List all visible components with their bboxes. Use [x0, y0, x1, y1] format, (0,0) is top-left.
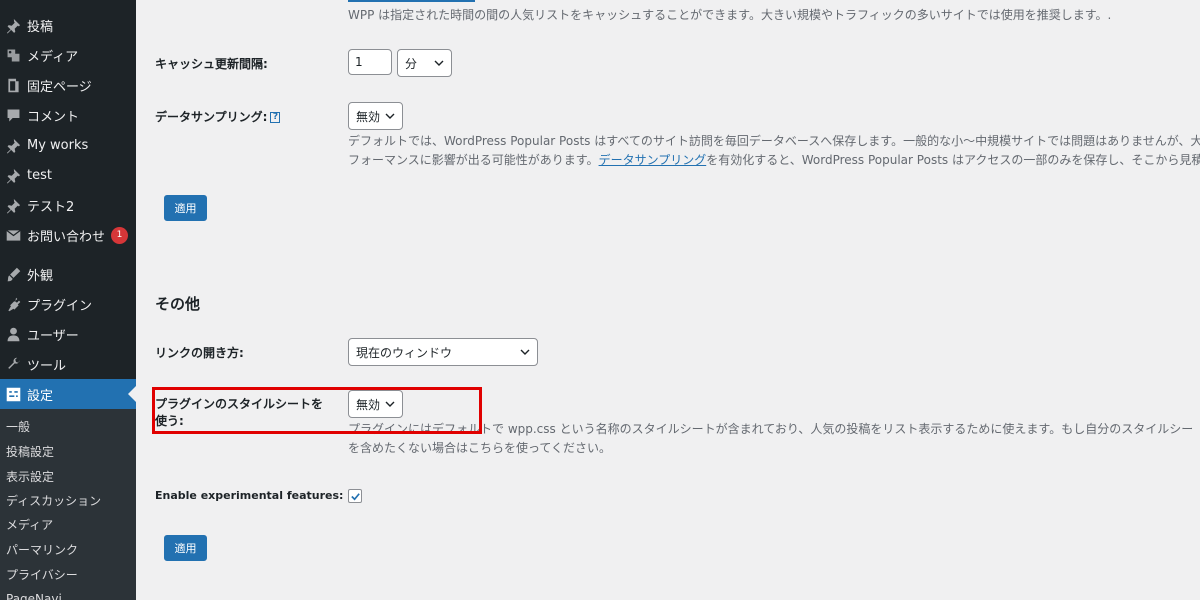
sidebar-item-label: 外観	[27, 268, 54, 284]
help-icon[interactable]: ?	[270, 112, 281, 123]
sidebar-item-tools[interactable]: ツール	[0, 349, 136, 379]
top-underline	[348, 0, 475, 2]
settings-content: WPP は指定された時間の間の人気リストをキャッシュすることができます。大きい規…	[136, 0, 1200, 600]
sidebar-item-label: ユーザー	[27, 328, 79, 344]
sampling-select[interactable]: 無効	[348, 102, 403, 130]
sidebar-item-users[interactable]: ユーザー	[0, 319, 136, 349]
admin-sidebar: 投稿 メディア 固定ページ コメント My works test テスト2 お問…	[0, 0, 136, 600]
apply-button[interactable]: 適用	[164, 195, 207, 221]
pin-icon	[4, 196, 22, 214]
sidebar-item-label: メディア	[27, 49, 79, 65]
checkmark-icon	[350, 492, 360, 500]
pin-icon	[4, 136, 22, 154]
stylesheet-description-line2: を含めたくない場合はこちらを使ってください。	[348, 441, 612, 455]
sidebar-item-label: お問い合わせ	[27, 229, 106, 245]
select-value: 現在のウィンドウ	[356, 345, 453, 360]
page-icon	[4, 76, 22, 94]
sidebar-item-test2[interactable]: テスト2	[0, 190, 136, 220]
experimental-checkbox[interactable]	[348, 489, 362, 503]
sidebar-item-label: My works	[27, 137, 89, 153]
sidebar-item-label: 投稿	[27, 19, 54, 35]
submenu-item-writing[interactable]: 投稿設定	[6, 442, 54, 462]
sampling-desc-post: を有効化すると、WordPress Popular Posts はアクセスの一部…	[706, 153, 1200, 167]
sampling-description-line1: デフォルトでは、WordPress Popular Posts はすべてのサイト…	[348, 134, 1200, 148]
submenu-item-privacy[interactable]: プライバシー	[6, 565, 78, 585]
cache-description: WPP は指定された時間の間の人気リストをキャッシュすることができます。大きい規…	[348, 8, 1112, 22]
cache-interval-input[interactable]: 1	[348, 49, 392, 75]
submenu-item-general[interactable]: 一般	[6, 417, 30, 437]
brush-icon	[4, 265, 22, 283]
link-open-select[interactable]: 現在のウィンドウ	[348, 338, 538, 366]
chevron-down-icon	[520, 349, 530, 355]
settings-icon	[4, 385, 22, 403]
sidebar-item-media[interactable]: メディア	[0, 40, 136, 70]
chevron-down-icon	[385, 113, 395, 119]
sidebar-item-label: テスト2	[27, 199, 75, 215]
sidebar-item-pages[interactable]: 固定ページ	[0, 70, 136, 100]
sidebar-item-label: 固定ページ	[27, 79, 92, 95]
sidebar-item-plugins[interactable]: プラグイン	[0, 289, 136, 319]
sidebar-item-settings[interactable]: 設定	[0, 379, 136, 409]
sidebar-item-appearance[interactable]: 外観	[0, 259, 136, 289]
sidebar-item-contact[interactable]: お問い合わせ 1	[0, 220, 136, 250]
chevron-down-icon	[434, 60, 444, 66]
submenu-item-discussion[interactable]: ディスカッション	[6, 491, 101, 511]
notification-badge: 1	[111, 226, 129, 244]
submenu-item-pagenavi[interactable]: PageNavi	[6, 589, 62, 600]
sidebar-item-label: 設定	[27, 388, 54, 404]
wrench-icon	[4, 355, 22, 373]
sidebar-item-label: プラグイン	[27, 298, 93, 314]
data-sampling-link[interactable]: データサンプリング	[599, 153, 707, 167]
other-section-title: その他	[155, 295, 201, 313]
submenu-item-permalink[interactable]: パーマリンク	[6, 540, 78, 560]
mail-icon	[4, 226, 22, 244]
sampling-desc-pre: フォーマンスに影響が出る可能性があります。	[348, 153, 599, 167]
current-arrow	[128, 386, 136, 402]
experimental-label: Enable experimental features:	[155, 489, 344, 502]
sidebar-item-label: test	[27, 167, 52, 183]
sidebar-item-posts[interactable]: 投稿	[0, 10, 136, 40]
sampling-label: データサンプリング:?	[155, 108, 281, 125]
submenu-item-reading[interactable]: 表示設定	[6, 467, 54, 487]
link-open-label: リンクの開き方:	[155, 346, 244, 360]
sidebar-item-comments[interactable]: コメント	[0, 100, 136, 130]
sidebar-item-label: コメント	[27, 109, 80, 125]
pin-icon	[4, 166, 22, 184]
sidebar-item-test[interactable]: test	[0, 160, 136, 190]
plugin-icon	[4, 295, 22, 313]
select-value: 無効	[356, 109, 381, 124]
cache-interval-label: キャッシュ更新間隔:	[155, 57, 268, 71]
sampling-description-line2: フォーマンスに影響が出る可能性があります。データサンプリングを有効化すると、Wo…	[348, 150, 1200, 170]
pin-icon	[4, 16, 22, 34]
comment-icon	[4, 106, 22, 124]
sidebar-item-my-works[interactable]: My works	[0, 130, 136, 160]
cache-interval-unit-select[interactable]: 分	[397, 49, 452, 77]
sampling-label-text: データサンプリング:	[155, 110, 268, 124]
sidebar-item-label: ツール	[27, 358, 67, 374]
apply-button-2[interactable]: 適用	[164, 535, 207, 561]
media-icon	[4, 46, 22, 64]
user-icon	[4, 325, 22, 343]
submenu-item-media[interactable]: メディア	[6, 515, 53, 535]
select-value: 分	[405, 56, 418, 71]
highlight-box	[152, 387, 482, 434]
